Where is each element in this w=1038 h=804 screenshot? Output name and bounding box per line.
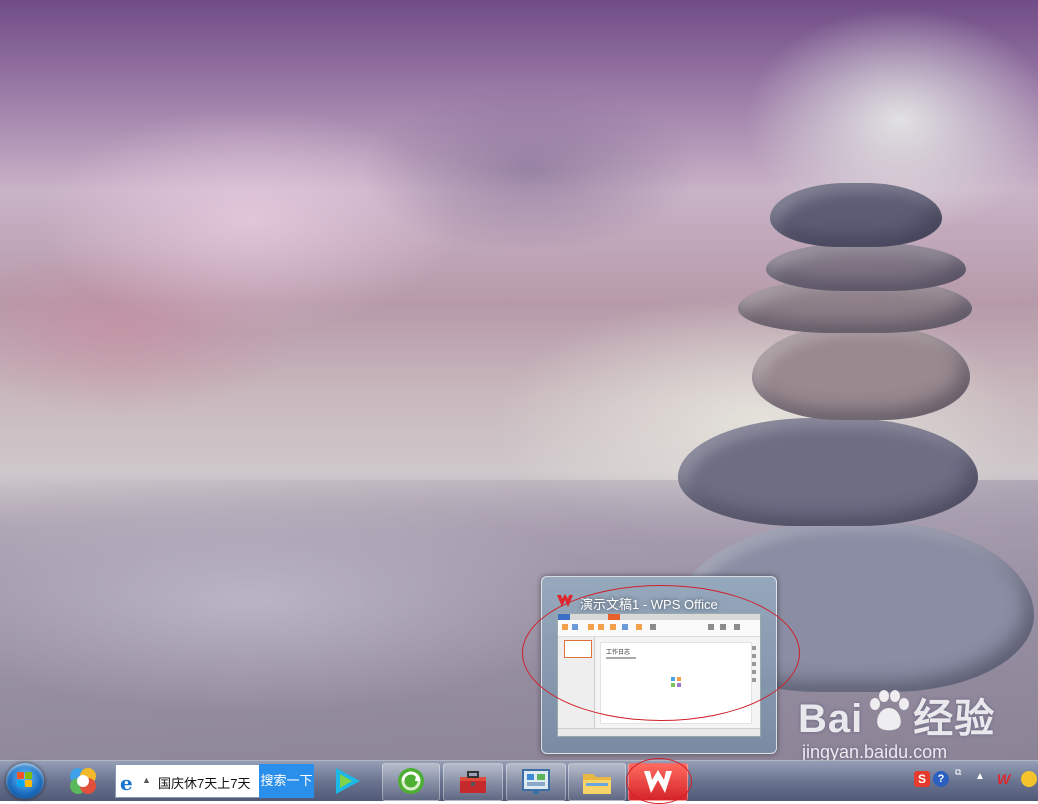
restore-icon[interactable]: ⧉ [955,767,961,778]
wps-tray-icon[interactable]: W [997,771,1010,787]
wallpaper-stone [766,243,966,291]
thumb-ribbon [558,620,760,637]
wps-office-icon [557,594,573,607]
search-input[interactable]: 国庆休7天上7天 [158,773,250,792]
start-button[interactable] [6,763,44,799]
toolbox-icon [460,771,486,793]
thumb-slide-subtitle [606,657,636,659]
smiley-tray-icon[interactable] [1021,771,1037,787]
file-explorer-icon [583,774,611,794]
sogou-ime-icon[interactable]: S [914,771,930,787]
thumb-right-toolbar [750,642,758,702]
dropdown-arrow-icon[interactable]: ▲ [142,775,151,785]
taskbar: e ▲ 国庆休7天上7天 搜索一下 S ? ⧉ ▲ W [0,760,1038,801]
wallpaper-stone [678,418,978,526]
baidu-jingyan-watermark: Bai 经验 jingyan.baidu.com [790,686,1035,764]
taskbar-item-toolbox[interactable] [443,763,503,801]
taskbar-item-360-safe[interactable] [382,763,440,801]
search-box[interactable]: e ▲ 国庆休7天上7天 [115,764,261,798]
wallpaper-stone [752,325,970,420]
ie-icon: e [120,771,133,795]
system-tray: S ? ⧉ ▲ W [913,761,1038,801]
show-hidden-icons-arrow-icon[interactable]: ▲ [975,771,985,782]
wps-window-thumbnail-preview[interactable]: 演示文稿1 - WPS Office 工作日志 [541,576,777,754]
video-player-icon[interactable] [330,765,364,797]
search-button[interactable]: 搜索一下 [259,764,314,798]
taskbar-item-control-panel[interactable] [506,763,566,801]
window-thumbnail[interactable]: 工作日志 [557,613,761,737]
control-panel-icon [522,769,550,794]
360-safe-icon [398,768,424,794]
wallpaper-stone [770,183,942,247]
thumb-status-bar [558,728,760,736]
preview-window-title: 演示文稿1 - WPS Office [580,597,718,612]
taskbar-item-file-explorer[interactable] [568,763,626,801]
360-browser-icon[interactable] [66,765,100,797]
windows-logo-icon [17,772,33,788]
thumb-slide-title: 工作日志 [606,650,631,656]
taskbar-item-wps-office[interactable] [628,763,688,801]
baidu-paw-icon [870,690,909,731]
wps-office-icon [644,770,672,793]
thumb-slide-1 [564,640,592,658]
help-icon[interactable]: ? [933,771,949,787]
desktop-wallpaper [0,0,1038,760]
